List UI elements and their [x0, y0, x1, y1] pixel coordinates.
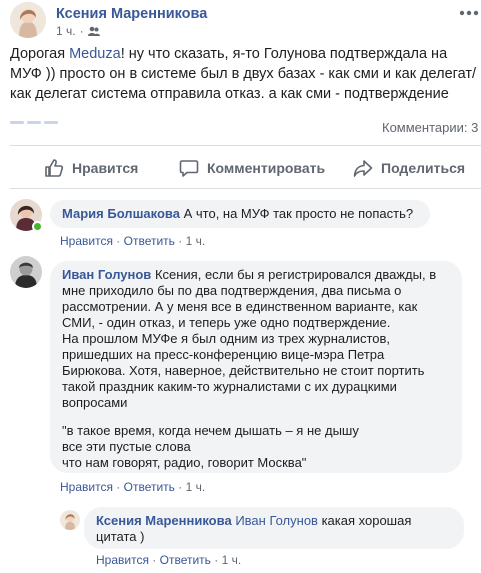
- comment-quote-line: что нам говорят, радио, говорит Москва": [62, 455, 307, 470]
- comment-time[interactable]: 1 ч.: [186, 480, 206, 494]
- comment-button[interactable]: Комментировать: [179, 153, 325, 183]
- post-timestamp-row: 1 ч. ·: [56, 24, 100, 38]
- reply-meta-ksenia: Нравится · Ответить · 1 ч.: [96, 553, 242, 567]
- comment-reply-link[interactable]: Ответить: [124, 234, 175, 248]
- comment-time[interactable]: 1 ч.: [186, 234, 206, 248]
- meduza-mention-link[interactable]: Meduza: [69, 46, 121, 62]
- comment-time[interactable]: 1 ч.: [222, 553, 242, 567]
- comment-meta-ivan: Нравится · Ответить · 1 ч.: [60, 480, 206, 494]
- comment-text: А что, на МУФ так просто не попасть?: [183, 206, 414, 221]
- share-label: Поделиться: [381, 160, 466, 176]
- post-line-3: как делегат система отправила отказ. а к…: [10, 86, 449, 102]
- post-body: Дорогая Meduza! ну что сказать, я-то Гол…: [10, 44, 481, 104]
- post-line-1: Дорогая Meduza! ну что сказать, я-то Гол…: [10, 46, 448, 62]
- friends-audience-icon[interactable]: [87, 25, 100, 37]
- comment-bubble-maria: Мария Болшакова А что, на МУФ так просто…: [50, 200, 430, 228]
- reply-avatar-ksenia[interactable]: [60, 510, 80, 530]
- share-arrow-icon: [353, 160, 373, 177]
- comment-label: Комментировать: [207, 160, 326, 176]
- speech-bubble-icon: [179, 160, 199, 177]
- comment-reply-link[interactable]: Ответить: [160, 553, 211, 567]
- post-divider-top: [10, 145, 481, 146]
- person-photo-icon: [60, 510, 80, 530]
- thumbs-up-icon: [45, 159, 64, 177]
- comment-quote-line: "в такое время, когда нечем дышать – я н…: [62, 423, 359, 438]
- like-button[interactable]: Нравится: [44, 153, 138, 183]
- comment-quote-line: все эти пустые слова: [62, 439, 191, 454]
- online-status-dot: [32, 221, 43, 232]
- like-label: Нравится: [72, 160, 139, 176]
- comment-meta-maria: Нравится · Ответить · 1 ч.: [60, 234, 206, 248]
- post-time[interactable]: 1 ч.: [56, 24, 76, 38]
- comment-bubble-ivan: Иван Голунов Ксения, если бы я регистрир…: [50, 261, 462, 473]
- reply-author-link[interactable]: Ксения Маренникова: [96, 513, 232, 528]
- reply-bubble-ksenia: Ксения Маренникова Иван Голунов какая хо…: [84, 507, 464, 549]
- comment-author-link[interactable]: Иван Голунов: [62, 267, 151, 282]
- separator-dot: ·: [79, 24, 84, 38]
- reactions-stub[interactable]: [10, 121, 66, 124]
- person-photo-icon: [10, 2, 46, 38]
- post-line-2: МУФ )) просто он в системе был в двух ба…: [10, 66, 477, 82]
- comment-like-link[interactable]: Нравится: [96, 553, 149, 567]
- comment-like-link[interactable]: Нравится: [60, 234, 113, 248]
- comment-like-link[interactable]: Нравится: [60, 480, 113, 494]
- reply-mention-link[interactable]: Иван Голунов: [235, 513, 318, 528]
- comments-count-link[interactable]: Комментарии: 3: [382, 120, 478, 135]
- share-button[interactable]: Поделиться: [353, 153, 465, 183]
- comment-avatar-ivan[interactable]: [10, 256, 42, 288]
- comment-reply-link[interactable]: Ответить: [124, 480, 175, 494]
- post-divider-bottom: [10, 188, 481, 189]
- post-author-name[interactable]: Ксения Маренникова: [56, 6, 207, 22]
- post-author-avatar[interactable]: [10, 2, 46, 38]
- person-photo-icon: [10, 256, 42, 288]
- post-options-ellipsis-icon[interactable]: [458, 6, 480, 18]
- comment-author-link[interactable]: Мария Болшакова: [62, 206, 180, 221]
